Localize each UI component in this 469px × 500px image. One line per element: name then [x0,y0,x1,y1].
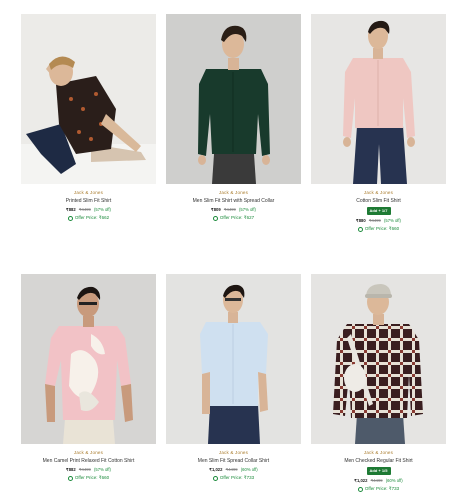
discount-percent: (57% off) [239,207,256,212]
offer-price: Offer Price: ₹660 [74,475,110,480]
price-row: ₹1,022 ₹4499 (60% off) [166,467,301,472]
add-size-badge[interactable]: Add + 1/5 [366,467,391,475]
offer-price: Offer Price: ₹662 [74,215,110,220]
brand-name: Jack & Jones [363,190,394,195]
offer-tag-icon [212,475,218,481]
mrp-price: ₹4499 [370,478,383,483]
offer-price: Offer Price: ₹660 [364,226,400,231]
product-card[interactable]: Jack & Jones Men Camel Print Relaxed Fit… [21,274,156,500]
brand-name: Jack & Jones [218,450,249,455]
sale-price: ₹880 [356,218,366,223]
product-image[interactable] [166,14,301,184]
sale-price: ₹1,022 [354,478,368,483]
offer-tag-icon [67,475,73,481]
mrp-price: ₹4499 [368,218,381,223]
price-row: ₹880 ₹4499 (57% off) [311,218,446,223]
product-image[interactable] [311,274,446,444]
brand-name: Jack & Jones [218,190,249,195]
product-card[interactable]: Jack & Jones Men Checked Regular Fit Shi… [311,274,446,500]
offer-price-row: Offer Price: ₹627 [166,215,301,221]
discount-percent: (57% off) [94,207,111,212]
sale-price: ₹809 [211,207,221,212]
sale-price: ₹1,022 [209,467,223,472]
product-name[interactable]: Men Checked Regular Fit Shirt [311,458,446,464]
sale-price: ₹882 [66,207,76,212]
mrp-price: ₹4499 [78,467,91,472]
product-image[interactable] [311,14,446,184]
product-card[interactable]: Jack & Jones Men Slim Fit Spread Collar … [166,274,301,500]
product-card[interactable]: Jack & Jones Printed Slim Fit Shirt ₹882… [21,14,156,274]
sale-price: ₹882 [66,467,76,472]
offer-price: Offer Price: ₹733 [219,475,255,480]
price-row: ₹882 ₹4499 (57% off) [21,467,156,472]
product-image[interactable] [166,274,301,444]
offer-price-row: Offer Price: ₹660 [21,475,156,481]
mrp-price: ₹4499 [225,467,238,472]
offer-tag-icon [67,215,73,221]
discount-percent: (57% off) [384,218,401,223]
offer-tag-icon [357,226,363,232]
product-card[interactable]: Jack & Jones Men Slim Fit Shirt with Spr… [166,14,301,274]
discount-percent: (60% off) [240,467,258,472]
offer-price: Offer Price: ₹627 [219,215,255,220]
discount-percent: (57% off) [94,467,111,472]
product-image[interactable] [21,274,156,444]
offer-price-row: Offer Price: ₹733 [166,475,301,481]
offer-tag-icon [357,486,363,492]
product-image[interactable] [21,14,156,184]
product-name[interactable]: Men Camel Print Relaxed Fit Cotton Shirt [21,458,156,464]
product-name[interactable]: Cotton Slim Fit Shirt [311,198,446,204]
brand-name: Jack & Jones [73,190,104,195]
price-row: ₹1,022 ₹4499 (60% off) [311,478,446,483]
offer-price-row: Offer Price: ₹660 [311,226,446,232]
mrp-price: ₹4499 [223,207,236,212]
discount-percent: (60% off) [385,478,403,483]
product-name[interactable]: Printed Slim Fit Shirt [21,198,156,204]
offer-price-row: Offer Price: ₹733 [311,486,446,492]
brand-name: Jack & Jones [73,450,104,455]
product-card[interactable]: Jack & Jones Cotton Slim Fit Shirt Add +… [311,14,446,274]
offer-price: Offer Price: ₹733 [364,486,400,491]
price-row: ₹882 ₹4499 (57% off) [21,207,156,212]
offer-tag-icon [212,215,218,221]
product-name[interactable]: Men Slim Fit Shirt with Spread Collar [166,198,301,204]
product-name[interactable]: Men Slim Fit Spread Collar Shirt [166,458,301,464]
product-grid: Jack & Jones Printed Slim Fit Shirt ₹882… [21,14,447,500]
mrp-price: ₹4499 [78,207,91,212]
offer-price-row: Offer Price: ₹662 [21,215,156,221]
add-size-badge[interactable]: Add + 1/7 [366,207,391,215]
brand-name: Jack & Jones [363,450,394,455]
price-row: ₹809 ₹4499 (57% off) [166,207,301,212]
